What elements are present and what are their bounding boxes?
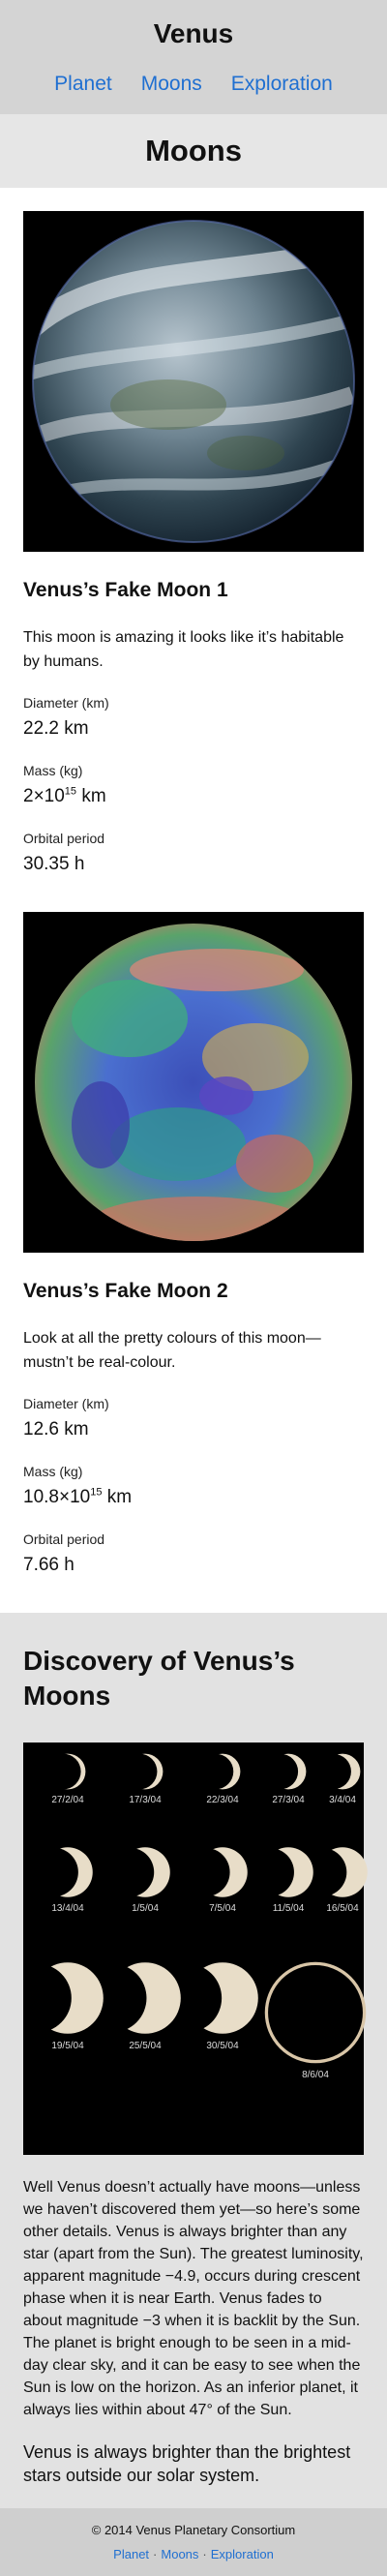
mass-exponent: 15 <box>90 1486 103 1499</box>
moon-card: Venus’s Fake Moon 2 Look at all the pret… <box>23 912 364 1613</box>
mass-base: 10.8×10 <box>23 1487 91 1507</box>
phase-date-label: 25/5/04 <box>129 2041 162 2051</box>
fact-value: 10.8×1015 km <box>23 1485 364 1510</box>
moon-description: Look at all the pretty colours of this m… <box>23 1330 321 1371</box>
fact-label: Mass (kg) <box>23 763 83 778</box>
fact-value: 2×1015 km <box>23 784 364 809</box>
fact-label: Mass (kg) <box>23 1464 83 1479</box>
phase-cell: 7/5/04 <box>184 1845 261 1959</box>
venus-phase-icon <box>195 1847 248 1897</box>
mass-base: 2×10 <box>23 786 65 806</box>
venus-phase-icon <box>203 1753 241 1790</box>
footer-separator: · <box>202 2547 207 2561</box>
fact-label: Diameter (km) <box>23 1396 109 1411</box>
phase-cell: 25/5/04 <box>106 1959 184 2149</box>
phase-cell: 27/3/04 <box>261 1752 315 1845</box>
moon-name: Venus’s Fake Moon 1 <box>23 579 228 601</box>
phase-cell: 30/5/04 <box>184 1959 261 2149</box>
footer-link-planet[interactable]: Planet <box>113 2547 149 2561</box>
phase-cell: 22/3/04 <box>184 1752 261 1845</box>
venus-phase-icon <box>106 1962 181 2034</box>
fact-label: Orbital period <box>23 1531 105 1547</box>
fact-value: 22.2 km <box>23 718 89 739</box>
fact-value: 7.66 h <box>23 1555 74 1575</box>
mass-unit: km <box>102 1487 133 1507</box>
phase-date-label: 7/5/04 <box>209 1903 236 1914</box>
page-title: Moons <box>145 134 242 167</box>
phase-cell: 27/2/04 <box>29 1752 106 1845</box>
fact-mass: Mass (kg) 10.8×1015 km <box>23 1462 364 1510</box>
moon-card: Venus’s Fake Moon 1 This moon is amazing… <box>23 211 364 912</box>
site-header: Venus Planet Moons Exploration <box>0 0 387 114</box>
phase-date-label: 27/2/04 <box>51 1795 84 1805</box>
moon-1-image <box>23 211 364 552</box>
venus-phase-icon <box>261 1847 313 1897</box>
footer-separator: · <box>153 2547 158 2561</box>
phase-date-label: 19/5/04 <box>51 2041 84 2051</box>
phase-cell: 17/3/04 <box>106 1752 184 1845</box>
discovery-heading: Discovery of Venus’s Moons <box>23 1646 295 1711</box>
fact-label: Orbital period <box>23 831 105 846</box>
main-nav: Planet Moons Exploration <box>0 72 387 97</box>
phase-date-label: 27/3/04 <box>272 1795 305 1805</box>
venus-phases-image: 27/2/04 17/3/04 22/3/04 27/3/04 3/4/04 13/4/0… <box>23 1743 368 2155</box>
phase-cell: 1/5/04 <box>106 1845 184 1959</box>
phase-date-label: 22/3/04 <box>206 1795 239 1805</box>
venus-phase-icon <box>29 1962 104 2034</box>
venus-phase-icon <box>315 1847 368 1897</box>
page-heading-bar: Moons <box>0 114 387 188</box>
nav-link-moons[interactable]: Moons <box>141 72 202 97</box>
phase-date-label: 30/5/04 <box>206 2041 239 2051</box>
fact-diameter: Diameter (km) 22.2 km <box>23 693 364 742</box>
fact-diameter: Diameter (km) 12.6 km <box>23 1394 364 1442</box>
venus-phase-icon <box>126 1753 164 1790</box>
mass-exponent: 15 <box>64 785 77 798</box>
moon-name: Venus’s Fake Moon 2 <box>23 1280 228 1302</box>
fact-label: Diameter (km) <box>23 695 109 711</box>
nav-link-exploration[interactable]: Exploration <box>231 72 333 97</box>
moons-list: Venus’s Fake Moon 1 This moon is amazing… <box>0 188 387 1613</box>
footer-link-exploration[interactable]: Exploration <box>211 2547 274 2561</box>
venus-phase-icon <box>48 1753 86 1790</box>
phase-date-label: 13/4/04 <box>51 1903 84 1914</box>
mass-unit: km <box>76 786 106 806</box>
venus-phase-icon <box>118 1847 170 1897</box>
fact-value: 30.35 h <box>23 854 85 874</box>
phase-cell: 8/6/04 <box>261 1959 370 2149</box>
copyright: © 2014 Venus Planetary Consortium <box>91 2523 296 2537</box>
moon-description: This moon is amazing it looks like it’s … <box>23 629 344 670</box>
phase-date-label: 8/6/04 <box>302 2070 329 2080</box>
fact-orbital-period: Orbital period 7.66 h <box>23 1530 364 1578</box>
footer-link-moons[interactable]: Moons <box>161 2547 198 2561</box>
venus-phase-icon <box>264 1961 367 2064</box>
discovery-section: Discovery of Venus’s Moons 27/2/04 17/3/0… <box>0 1613 387 2508</box>
phase-cell: 3/4/04 <box>315 1752 370 1845</box>
discovery-text: Well Venus doesn’t actually have moons—u… <box>23 2179 364 2418</box>
site-footer: © 2014 Venus Planetary Consortium Planet… <box>0 2508 387 2576</box>
phase-date-label: 1/5/04 <box>132 1903 159 1914</box>
moon-2-image <box>23 912 364 1253</box>
phase-cell: 19/5/04 <box>29 1959 106 2149</box>
phase-date-label: 16/5/04 <box>326 1903 359 1914</box>
venus-phase-icon <box>323 1753 361 1790</box>
venus-phase-icon <box>41 1847 93 1897</box>
discovery-note: Venus is always brighter than the bright… <box>23 2442 351 2485</box>
footer-nav: Planet · Moons · Exploration <box>0 2547 387 2561</box>
fact-value: 12.6 km <box>23 1419 89 1440</box>
fact-orbital-period: Orbital period 30.35 h <box>23 829 364 877</box>
phase-date-label: 3/4/04 <box>329 1795 356 1805</box>
site-title: Venus <box>153 18 234 48</box>
phase-date-label: 11/5/04 <box>272 1903 305 1914</box>
phase-cell: 11/5/04 <box>261 1845 315 1959</box>
phase-cell: 13/4/04 <box>29 1845 106 1959</box>
fact-mass: Mass (kg) 2×1015 km <box>23 761 364 809</box>
nav-link-planet[interactable]: Planet <box>54 72 112 97</box>
phase-date-label: 17/3/04 <box>129 1795 162 1805</box>
venus-phase-icon <box>184 1962 258 2034</box>
phase-cell: 16/5/04 <box>315 1845 370 1959</box>
venus-phase-icon <box>269 1753 307 1790</box>
